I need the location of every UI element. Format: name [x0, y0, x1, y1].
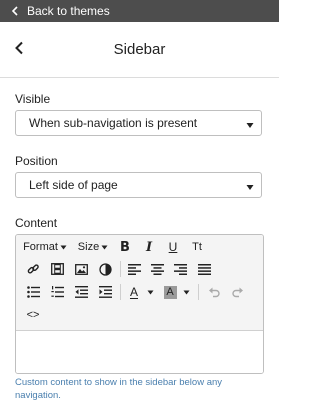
background-color-swatch: A — [163, 285, 177, 299]
background-color-dropdown[interactable] — [180, 283, 192, 301]
size-label: Size — [77, 241, 100, 253]
format-label: Format — [23, 241, 58, 253]
background-color-button[interactable]: A — [162, 283, 178, 301]
dropdown-caret-icon — [245, 181, 255, 191]
visible-select[interactable]: When sub-navigation is present — [15, 110, 262, 136]
editor-content-area[interactable] — [16, 331, 263, 373]
undo-icon — [208, 287, 220, 298]
size-dropdown[interactable]: Size — [74, 238, 112, 256]
dropdown-caret-icon — [245, 119, 255, 129]
editor-toolbar: Format Size B I U Tt A A <> — [16, 235, 263, 331]
redo-button[interactable] — [230, 283, 246, 301]
video-button[interactable] — [49, 260, 65, 278]
outdent-button[interactable] — [73, 283, 89, 301]
visible-label: Visible — [15, 92, 51, 106]
italic-button[interactable]: I — [141, 238, 157, 256]
image-icon — [74, 263, 88, 275]
indent-button[interactable] — [97, 283, 113, 301]
toolbar-separator — [120, 261, 121, 277]
numbered-list-button[interactable] — [49, 283, 65, 301]
bullet-list-button[interactable] — [25, 283, 41, 301]
film-icon — [50, 263, 64, 275]
redo-icon — [232, 287, 244, 298]
rich-text-editor: Format Size B I U Tt A A <> — [15, 234, 264, 374]
position-select-value: Left side of page — [29, 178, 118, 192]
toolbar-separator — [120, 284, 121, 300]
align-left-button[interactable] — [126, 260, 142, 278]
bold-button[interactable]: B — [117, 238, 133, 256]
link-button[interactable] — [25, 260, 41, 278]
chevron-down-icon — [147, 290, 154, 295]
align-center-button[interactable] — [149, 260, 165, 278]
contrast-button[interactable] — [97, 260, 113, 278]
back-to-themes-label[interactable]: Back to themes — [27, 4, 110, 18]
position-label: Position — [15, 154, 58, 168]
undo-button[interactable] — [206, 283, 222, 301]
bullet-list-icon — [26, 286, 40, 298]
toolbar-separator — [198, 284, 199, 300]
align-left-icon — [127, 263, 141, 275]
text-color-button[interactable]: A — [126, 283, 142, 301]
align-justify-button[interactable] — [196, 260, 212, 278]
chevron-down-icon — [183, 290, 190, 295]
numbered-list-icon — [50, 286, 64, 298]
contrast-icon — [98, 262, 112, 276]
image-button[interactable] — [73, 260, 89, 278]
indent-icon — [98, 286, 112, 298]
align-right-button[interactable] — [172, 260, 188, 278]
typeface-button[interactable]: Tt — [188, 238, 206, 256]
content-help-text: Custom content to show in the sidebar be… — [15, 377, 223, 401]
align-right-icon — [173, 263, 187, 275]
chevron-down-icon — [101, 245, 108, 250]
chevron-down-icon — [60, 245, 67, 250]
outdent-icon — [74, 286, 88, 298]
visible-select-value: When sub-navigation is present — [29, 116, 198, 130]
align-center-icon — [150, 263, 164, 275]
position-select[interactable]: Left side of page — [15, 172, 262, 198]
chevron-left-icon — [9, 5, 21, 17]
source-code-button[interactable]: <> — [24, 306, 42, 324]
align-justify-icon — [197, 263, 211, 275]
underline-button[interactable]: U — [165, 238, 181, 256]
link-icon — [27, 263, 40, 276]
text-color-dropdown[interactable] — [144, 283, 156, 301]
format-dropdown[interactable]: Format — [22, 238, 68, 256]
back-to-themes-bar[interactable]: Back to themes — [0, 0, 279, 22]
page-title: Sidebar — [113, 41, 166, 58]
content-label: Content — [15, 216, 58, 230]
panel-header: Sidebar — [0, 22, 279, 78]
